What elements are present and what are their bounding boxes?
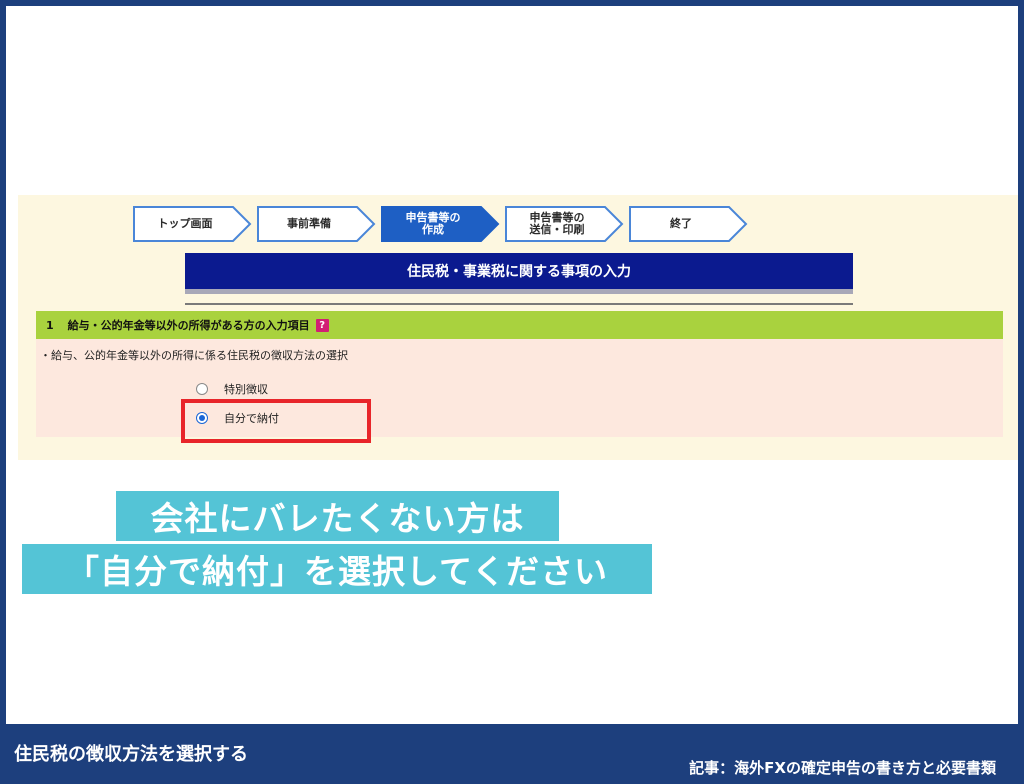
step-label: トップ画面 (157, 217, 213, 230)
help-icon[interactable]: ? (315, 318, 329, 332)
radio-special-collection[interactable]: 特別徴収 (196, 381, 268, 397)
step-preparation[interactable]: 事前準備 (257, 206, 377, 242)
etax-screenshot: トップ画面 事前準備 申告書等の 作成 申告書等の 送信・印刷 終了 住民税・事… (18, 195, 1018, 460)
section-description: ・給与、公的年金等以外の所得に係る住民税の徴収方法の選択 (40, 349, 348, 362)
radio-label: 特別徴収 (224, 383, 268, 396)
title-divider (185, 303, 853, 305)
step-label: 申告書等の 送信・印刷 (529, 211, 585, 236)
step-label: 申告書等の 作成 (405, 211, 461, 236)
step-label: 事前準備 (287, 217, 331, 230)
step-top-screen[interactable]: トップ画面 (133, 206, 253, 242)
step-label: 終了 (670, 217, 692, 230)
step-create-return[interactable]: 申告書等の 作成 (381, 206, 501, 242)
footer-title: 住民税の徴収方法を選択する (14, 744, 248, 765)
page-title: 住民税・事業税に関する事項の入力 (185, 253, 853, 289)
caption-line-2: 「自分で納付」を選択してください (22, 544, 652, 594)
caption-line-1: 会社にバレたくない方は (116, 491, 559, 541)
title-divider (185, 289, 853, 294)
step-navigation: トップ画面 事前準備 申告書等の 作成 申告書等の 送信・印刷 終了 (133, 206, 773, 242)
section-heading: 給与・公的年金等以外の所得がある方の入力項目 (67, 319, 310, 332)
section-number: 1 (46, 318, 54, 332)
content-frame: トップ画面 事前準備 申告書等の 作成 申告書等の 送信・印刷 終了 住民税・事… (6, 6, 1018, 724)
footer-article-link[interactable]: 記事：海外FXの確定申告の書き方と必要書類 (689, 757, 996, 778)
step-finish[interactable]: 終了 (629, 206, 749, 242)
section-header: 1 給与・公的年金等以外の所得がある方の入力項目 ? (36, 311, 1003, 339)
radio-button[interactable] (196, 383, 208, 395)
step-send-print[interactable]: 申告書等の 送信・印刷 (505, 206, 625, 242)
highlight-box (181, 399, 371, 443)
